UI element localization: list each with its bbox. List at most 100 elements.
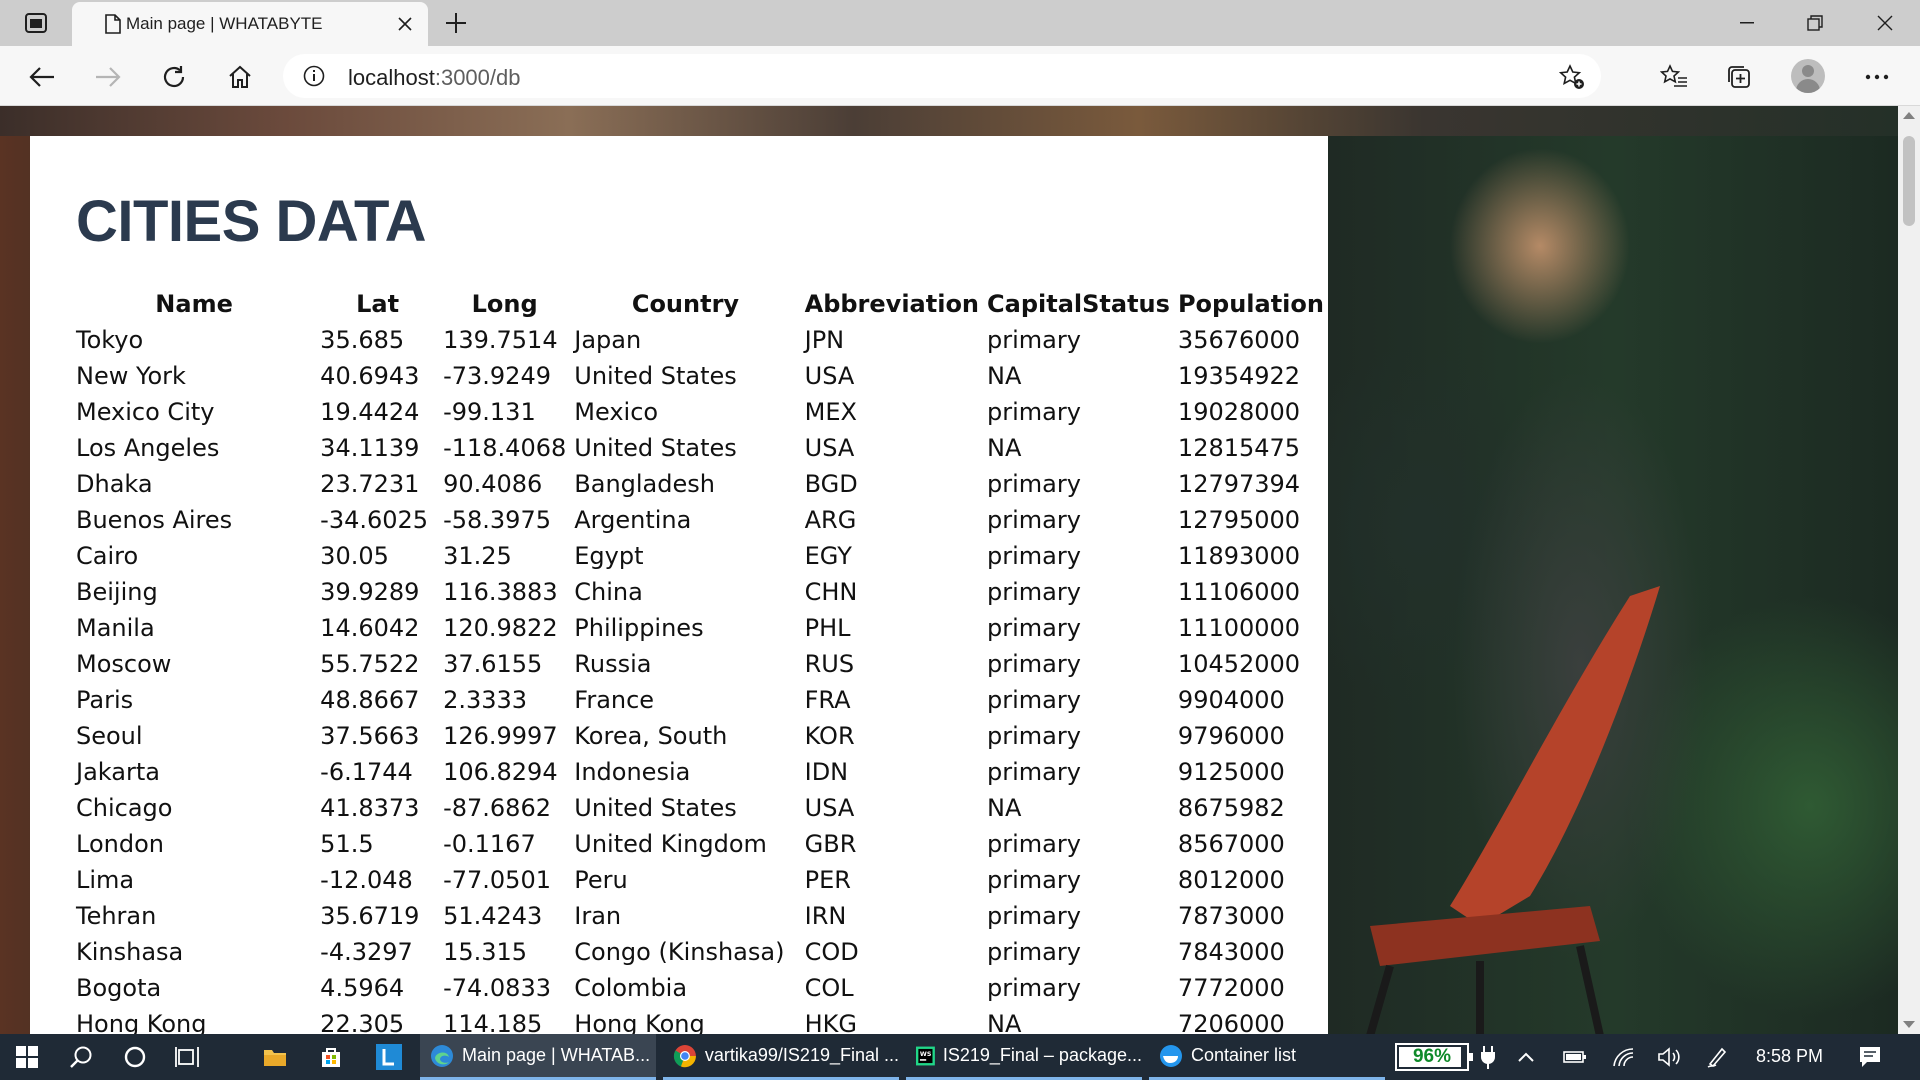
cell-long: 2.3333 bbox=[443, 686, 528, 714]
cell-long: -99.131 bbox=[443, 398, 536, 426]
cell-abbreviation: IRN bbox=[804, 902, 847, 930]
scroll-down-icon[interactable] bbox=[1903, 1021, 1915, 1028]
close-icon bbox=[1877, 15, 1893, 31]
taskbar-app-webstorm[interactable]: WS IS219_Final – package... bbox=[906, 1034, 1142, 1080]
url-host: localhost bbox=[348, 65, 435, 90]
battery-percent: 96% bbox=[1412, 1046, 1452, 1067]
home-icon bbox=[229, 65, 251, 88]
content-card: CITIES DATA Name Lat Long Country Abbrev… bbox=[30, 136, 1328, 1034]
cell-population: 7843000 bbox=[1177, 938, 1285, 966]
cell-name: Moscow bbox=[76, 650, 172, 678]
profile-avatar[interactable] bbox=[1791, 59, 1825, 93]
cell-abbreviation: KOR bbox=[804, 722, 855, 750]
taskbar-app-edge[interactable]: Main page | WHATAB... bbox=[420, 1034, 656, 1080]
tab-strip: Main page | WHATABYTE bbox=[0, 0, 1920, 46]
cell-population: 12795000 bbox=[1177, 506, 1301, 534]
edge-icon bbox=[431, 1044, 453, 1067]
cell-population: 8012000 bbox=[1177, 866, 1285, 894]
collections-button[interactable] bbox=[1722, 60, 1756, 94]
table-row: Moscow 55.7522 37.6155 Russia RUS primary 1045… bbox=[72, 646, 1328, 682]
cell-name: Hong Kong bbox=[76, 1010, 207, 1034]
show-hidden-icons-button[interactable] bbox=[1502, 1034, 1550, 1080]
taskbar-app-chrome[interactable]: vartika99/IS219_Final ... bbox=[663, 1034, 899, 1080]
vertical-scrollbar[interactable] bbox=[1898, 106, 1920, 1034]
cell-capitalstatus: primary bbox=[987, 902, 1081, 930]
address-bar[interactable]: localhost:3000/db bbox=[283, 54, 1601, 98]
cell-lat: -6.1744 bbox=[320, 758, 413, 786]
l-app-button[interactable] bbox=[365, 1034, 413, 1080]
volume-button[interactable] bbox=[1646, 1034, 1692, 1080]
wifi-button[interactable] bbox=[1600, 1034, 1646, 1080]
webstorm-icon: WS bbox=[916, 1046, 935, 1065]
column-header-name: Name bbox=[155, 290, 233, 318]
cell-population: 19028000 bbox=[1177, 398, 1301, 426]
refresh-button[interactable] bbox=[157, 60, 191, 94]
cell-long: 120.9822 bbox=[443, 614, 558, 642]
home-button[interactable] bbox=[223, 60, 257, 94]
cell-long: 106.8294 bbox=[443, 758, 558, 786]
new-tab-button[interactable] bbox=[442, 9, 470, 37]
cell-name: Jakarta bbox=[76, 758, 160, 786]
file-explorer-button[interactable] bbox=[251, 1034, 299, 1080]
page-viewport: CITIES DATA Name Lat Long Country Abbrev… bbox=[0, 106, 1898, 1034]
close-window-button[interactable] bbox=[1862, 8, 1908, 38]
cell-capitalstatus: primary bbox=[987, 866, 1081, 894]
avatar-shoulders bbox=[1796, 79, 1820, 93]
restore-button[interactable] bbox=[1792, 8, 1838, 38]
tab-actions-button[interactable] bbox=[14, 9, 58, 37]
cell-country: Philippines bbox=[574, 614, 704, 642]
scroll-up-icon[interactable] bbox=[1903, 112, 1915, 119]
site-info-icon[interactable] bbox=[303, 65, 325, 92]
cell-long: -74.0833 bbox=[443, 974, 551, 1002]
start-button[interactable] bbox=[3, 1034, 51, 1080]
table-row: Jakarta -6.1744 106.8294 Indonesia IDN primar… bbox=[72, 754, 1328, 790]
cell-abbreviation: HKG bbox=[804, 1010, 858, 1034]
search-button[interactable] bbox=[57, 1034, 105, 1080]
taskbar-app-docker[interactable]: Container list bbox=[1149, 1034, 1385, 1080]
cell-name: New York bbox=[76, 362, 186, 390]
forward-button[interactable] bbox=[91, 60, 125, 94]
cell-name: Los Angeles bbox=[76, 434, 220, 462]
taskbar-app-label: Main page | WHATAB... bbox=[462, 1045, 651, 1065]
cell-lat: -34.6025 bbox=[320, 506, 429, 534]
cell-population: 12815475 bbox=[1177, 434, 1301, 462]
pen-workspace-button[interactable] bbox=[1694, 1034, 1740, 1080]
cell-population: 12797394 bbox=[1177, 470, 1301, 498]
cell-lat: 48.8667 bbox=[320, 686, 420, 714]
back-arrow-icon bbox=[29, 67, 54, 87]
cell-lat: 39.9289 bbox=[320, 578, 420, 606]
back-button[interactable] bbox=[25, 60, 59, 94]
notification-icon bbox=[1860, 1047, 1880, 1067]
store-button[interactable] bbox=[307, 1034, 355, 1080]
cell-long: 51.4243 bbox=[443, 902, 543, 930]
cell-population: 7772000 bbox=[1177, 974, 1285, 1002]
taskbar: Main page | WHATAB... vartika99/IS219_Fi… bbox=[0, 1034, 1920, 1080]
taskbar-app-label: vartika99/IS219_Final ... bbox=[704, 1045, 899, 1065]
cell-lat: 30.05 bbox=[320, 542, 389, 570]
task-view-button[interactable] bbox=[163, 1034, 211, 1080]
windows-logo-icon bbox=[16, 1046, 38, 1068]
cell-name: Dhaka bbox=[76, 470, 153, 498]
speaker-icon bbox=[1658, 1047, 1680, 1067]
cell-country: Mexico bbox=[574, 398, 659, 426]
favorites-button[interactable] bbox=[1657, 60, 1691, 94]
cortana-circle-icon bbox=[124, 1046, 146, 1068]
scrollbar-thumb[interactable] bbox=[1903, 136, 1915, 226]
active-tab[interactable]: Main page | WHATABYTE bbox=[72, 2, 428, 46]
settings-menu-button[interactable] bbox=[1860, 60, 1894, 94]
taskbar-clock[interactable]: 8:58 PM bbox=[1756, 1046, 1823, 1067]
close-tab-icon[interactable] bbox=[394, 13, 416, 35]
cell-capitalstatus: primary bbox=[987, 614, 1081, 642]
battery-indicator[interactable]: 96% bbox=[1395, 1043, 1473, 1071]
tab-actions-icon bbox=[25, 13, 47, 33]
cell-abbreviation: PHL bbox=[804, 614, 851, 642]
cell-country: Russia bbox=[574, 650, 652, 678]
cell-lat: 40.6943 bbox=[320, 362, 420, 390]
add-favorite-icon[interactable] bbox=[1558, 64, 1585, 95]
tray-battery-button[interactable] bbox=[1552, 1034, 1598, 1080]
minimize-button[interactable] bbox=[1724, 8, 1770, 38]
cell-lat: -12.048 bbox=[320, 866, 413, 894]
cell-name: Lima bbox=[76, 866, 135, 894]
action-center-button[interactable] bbox=[1846, 1034, 1894, 1080]
cortana-button[interactable] bbox=[111, 1034, 159, 1080]
